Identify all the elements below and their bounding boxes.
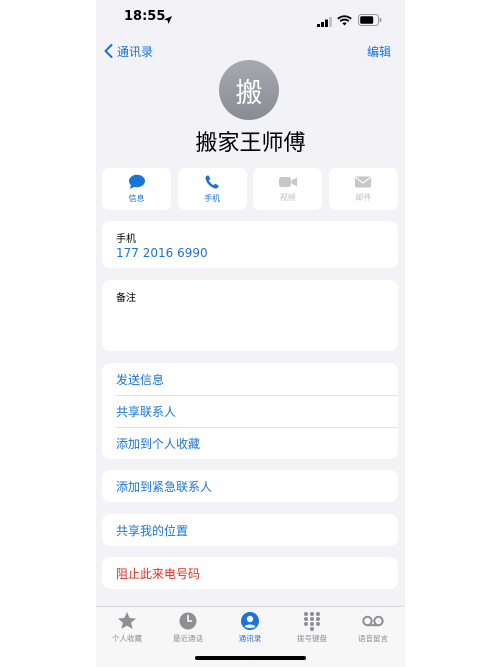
keypad-icon [304,612,320,631]
phone-field-card: 手机 177 2016 6990 [102,221,398,268]
tab-keypad-label: 拨号键盘 [297,634,327,643]
tab-recents-label: 最近通话 [173,634,203,643]
phone-field-label: 手机 [116,234,136,245]
mail-icon [355,176,372,188]
back-label: 通讯录 [117,44,154,59]
back-button[interactable]: 通讯录 [104,41,153,61]
video-action-button[interactable]: 视频 [253,168,323,210]
tab-contacts-label: 通讯录 [238,634,262,643]
tab-recents[interactable]: 最近通话 [158,611,218,644]
notes-label: 备注 [116,293,136,304]
mail-action-label: 邮件 [355,193,372,202]
avatar: 搬 [219,60,279,120]
video-icon [278,177,297,187]
cellular-signal-icon [317,12,333,31]
add-to-favorites-option[interactable]: 添加到个人收藏 [116,427,398,459]
share-contact-option[interactable]: 共享联系人 [116,395,398,427]
voicemail-icon [362,615,384,627]
phone-screen: 18:55 通讯录 编辑 搬 搬家王师傅 信息 手机 视频 邮件 手机 177 … [96,0,405,667]
block-card: 阻止此来电号码 [102,557,398,589]
phone-icon [205,175,219,189]
tab-favorites[interactable]: 个人收藏 [97,611,157,644]
avatar-initial: 搬 [235,77,263,109]
phone-number[interactable]: 177 2016 6990 [116,246,208,260]
mail-action-button[interactable]: 邮件 [328,168,398,210]
tab-favorites-label: 个人收藏 [112,634,142,643]
edit-button[interactable]: 编辑 [367,43,391,60]
contact-name: 搬家王师傅 [195,131,306,156]
status-bar: 18:55 [96,0,405,36]
location-arrow-icon [163,10,173,29]
chevron-left-icon [104,44,113,58]
phone-action-button[interactable]: 手机 [177,168,247,210]
add-emergency-contact-option[interactable]: 添加到紧急联系人 [116,470,398,502]
location-card: 共享我的位置 [102,514,398,546]
emergency-card: 添加到紧急联系人 [102,470,398,502]
video-action-label: 视频 [279,193,296,202]
status-time: 18:55 [124,9,166,24]
clock-icon [179,612,197,630]
tab-keypad[interactable]: 拨号键盘 [282,611,342,644]
send-message-option[interactable]: 发送信息 [116,363,398,395]
message-icon [128,174,145,189]
star-icon [118,612,136,629]
notes-card[interactable]: 备注 [102,280,398,351]
tab-contacts[interactable]: 通讯录 [220,611,280,644]
block-caller-option[interactable]: 阻止此来电号码 [116,557,398,589]
home-indicator[interactable] [195,656,306,660]
message-action-label: 信息 [128,194,145,203]
wifi-icon [337,11,352,30]
quick-actions: 信息 手机 视频 邮件 [102,168,398,210]
tab-voicemail-label: 语音留言 [358,634,388,643]
phone-action-label: 手机 [204,194,221,203]
options-card: 发送信息 共享联系人 添加到个人收藏 [102,363,398,459]
share-location-option[interactable]: 共享我的位置 [116,514,398,546]
contacts-icon [241,612,259,630]
battery-icon [358,11,382,30]
tab-voicemail[interactable]: 语音留言 [343,611,403,644]
message-action-button[interactable]: 信息 [102,168,171,210]
